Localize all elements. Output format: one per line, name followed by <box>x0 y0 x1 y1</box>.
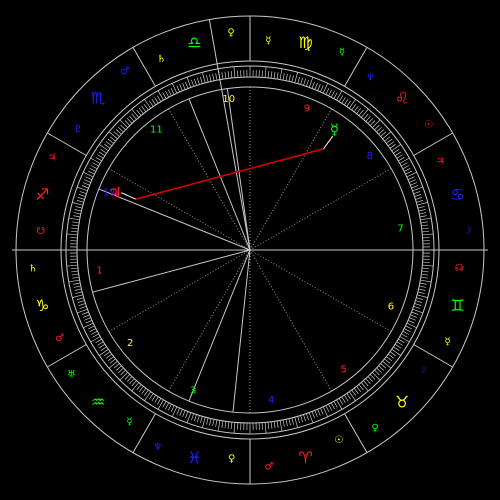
sign-exaltation-glyph: ♇ <box>74 124 83 135</box>
sign-glyph: ♓ <box>187 448 201 467</box>
planet-glyph-jupiter: ♃ <box>108 184 121 202</box>
sign-glyph: ♍ <box>298 33 312 52</box>
sign-ruler-glyph: ♀ <box>371 423 378 434</box>
sign-exaltation-glyph: ☿ <box>265 35 271 46</box>
sign-ruler-glyph: ☿ <box>445 337 451 348</box>
sign-glyph: ♊ <box>451 296 465 315</box>
astrology-chart-wheel: ♈ ♉ ♊ ♋ ♌ ♍ ♎ ♏ ♐ ♑ ♒ ♓ ♂ ☉ ♀ ☽ ☿ ☊ ☽ ♃ ☉ ♆ ☿ ☿ ♀ ♄ ♂ ♇ ♃ ☋ ♄ ♂ ♅ ☿ ♆ ♀ 1 2… <box>0 0 500 500</box>
sign-exaltation-glyph: ♂ <box>55 333 64 344</box>
house-number-9: 9 <box>304 104 310 115</box>
sign-ruler-glyph: ♀ <box>227 27 234 38</box>
sign-exaltation-glyph: ☉ <box>334 435 343 446</box>
sign-exaltation-glyph: ☿ <box>126 417 132 428</box>
house-number-1: 1 <box>96 266 102 277</box>
planet-glyph-mercury: ☿ <box>330 121 339 139</box>
sign-glyph: ♌ <box>395 89 409 108</box>
sign-exaltation-glyph: ♆ <box>366 73 375 84</box>
sign-glyph: ♏ <box>91 89 105 108</box>
house-number-3: 3 <box>190 385 196 396</box>
sign-exaltation-glyph: ☋ <box>36 226 45 237</box>
house-number-8: 8 <box>367 151 373 162</box>
sign-glyph: ♑ <box>35 296 49 315</box>
sign-glyph: ♈ <box>298 448 312 467</box>
sign-ruler-glyph: ♅ <box>67 370 76 381</box>
sign-exaltation-glyph: ☊ <box>455 263 464 274</box>
sign-exaltation-glyph: ♄ <box>157 54 166 65</box>
sign-glyph: ♎ <box>187 33 201 52</box>
sign-exaltation-glyph: ♀ <box>228 454 235 465</box>
sign-ruler-glyph: ♄ <box>28 264 37 275</box>
sign-ruler-glyph: ♃ <box>48 152 57 163</box>
sign-exaltation-glyph: ♃ <box>436 156 445 167</box>
sign-ruler-glyph: ☽ <box>463 226 472 237</box>
sign-glyph: ♉ <box>395 393 409 412</box>
sign-exaltation-glyph: ☽ <box>418 365 427 376</box>
house-number-2: 2 <box>127 338 133 349</box>
sign-ruler-glyph: ☉ <box>424 120 433 131</box>
house-number-7: 7 <box>397 223 403 234</box>
house-number-4: 4 <box>268 395 274 406</box>
house-number-6: 6 <box>388 301 394 312</box>
sign-glyph: ♒ <box>91 393 105 412</box>
sign-glyph: ♐ <box>35 185 49 204</box>
sign-ruler-glyph: ♂ <box>121 66 130 77</box>
sign-ruler-glyph: ♆ <box>153 442 162 453</box>
sign-ruler-glyph: ☿ <box>339 47 345 58</box>
sign-ruler-glyph: ♂ <box>265 462 274 473</box>
house-number-11: 11 <box>150 125 163 136</box>
sign-glyph: ♋ <box>451 185 465 204</box>
house-number-10: 10 <box>222 94 235 105</box>
house-number-5: 5 <box>340 364 346 375</box>
